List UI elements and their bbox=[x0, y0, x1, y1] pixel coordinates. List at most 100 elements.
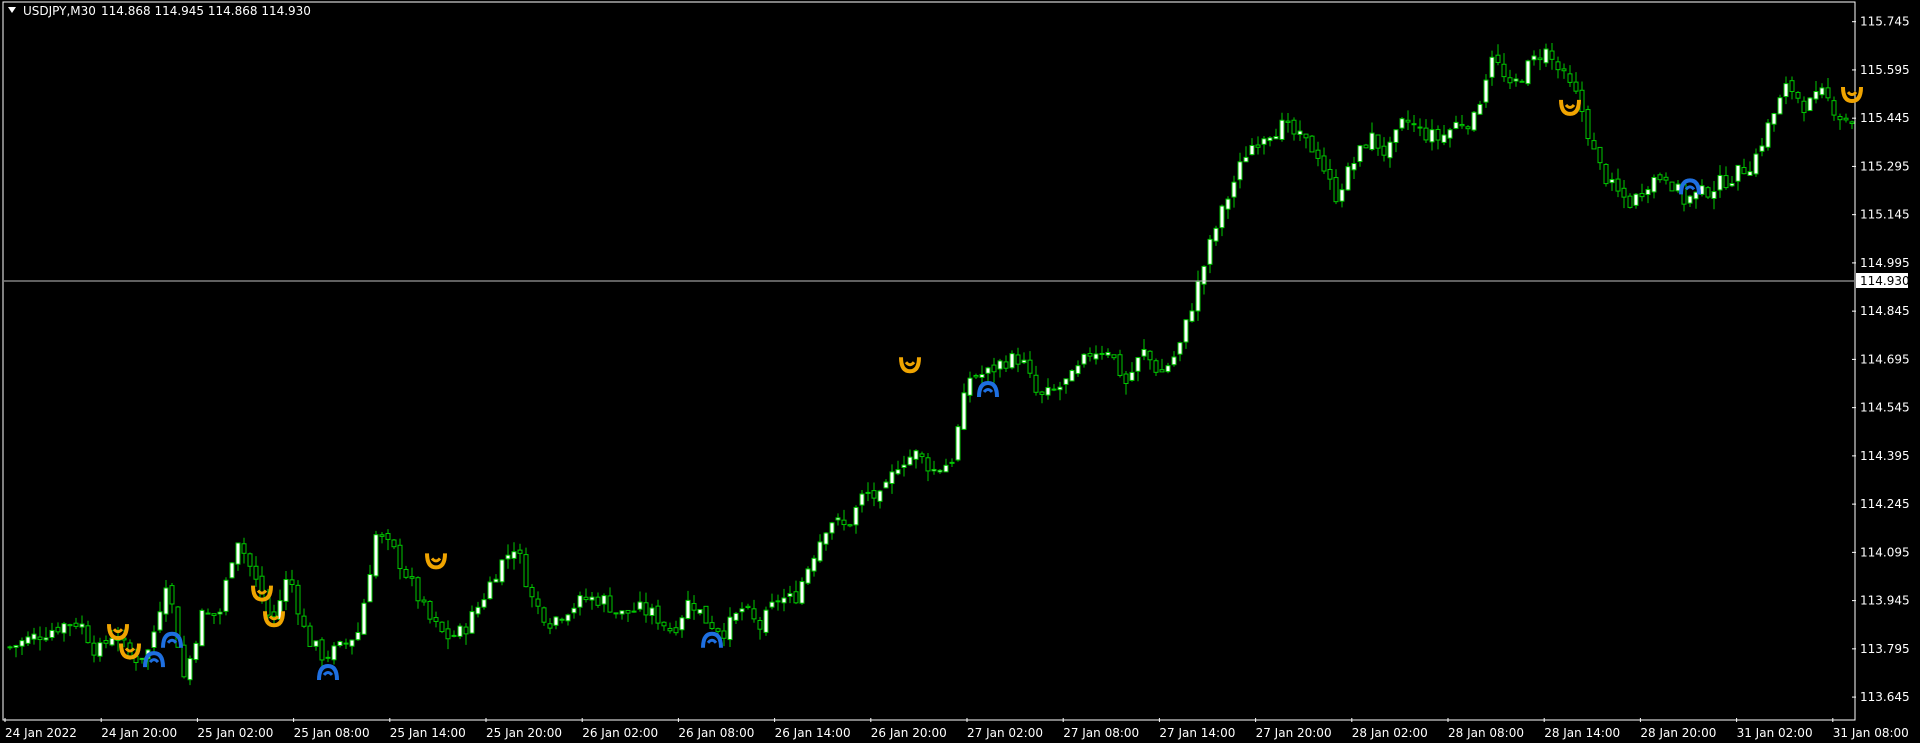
bull-candle bbox=[355, 631, 361, 641]
bear-candle bbox=[1003, 361, 1009, 369]
bear-candle bbox=[691, 603, 697, 611]
bear-candle bbox=[1147, 350, 1153, 361]
bull-candle bbox=[1765, 122, 1771, 148]
bear-candle bbox=[85, 625, 91, 644]
bull-candle bbox=[619, 610, 625, 615]
bear-candle bbox=[289, 579, 295, 586]
bull-candle bbox=[1279, 119, 1285, 140]
bull-candle bbox=[1249, 145, 1255, 156]
bull-candle bbox=[1021, 359, 1027, 364]
price-chart[interactable]: 115.745 115.595 115.445 115.295 115.145 114.9… bbox=[0, 0, 1920, 743]
bull-candle bbox=[805, 568, 811, 584]
bear-candle bbox=[745, 605, 751, 609]
time-tick-label: 28 Jan 02:00 bbox=[1352, 726, 1428, 740]
bear-candle bbox=[169, 585, 175, 605]
bull-candle bbox=[1729, 182, 1735, 187]
bull-candle bbox=[637, 601, 643, 610]
price-tick-label: 113.945 bbox=[1860, 594, 1910, 608]
bull-candle bbox=[499, 559, 505, 583]
bear-candle bbox=[709, 622, 715, 629]
bear-candle bbox=[643, 602, 649, 616]
collapse-triangle-icon[interactable] bbox=[8, 7, 16, 13]
bear-candle bbox=[1825, 87, 1831, 99]
bull-candle bbox=[367, 574, 373, 603]
bull-candle bbox=[1009, 353, 1015, 369]
bull-candle bbox=[1183, 319, 1189, 343]
bear-candle bbox=[1015, 354, 1021, 365]
bull-candle bbox=[151, 631, 157, 648]
candlestick-chart[interactable]: 115.745 115.595 115.445 115.295 115.145 114.9… bbox=[0, 0, 1920, 743]
time-axis[interactable]: 24 Jan 2022 24 Jan 20:00 25 Jan 02:00 25 Ja… bbox=[4, 718, 1909, 740]
time-tick-label: 26 Jan 20:00 bbox=[871, 726, 947, 740]
bull-candle bbox=[79, 623, 85, 628]
bear-candle bbox=[661, 621, 667, 627]
bull-candle bbox=[733, 612, 739, 621]
bull-candle bbox=[913, 450, 919, 460]
time-tick-label: 24 Jan 20:00 bbox=[101, 726, 177, 740]
bull-candle bbox=[487, 581, 493, 600]
bull-candle bbox=[475, 606, 481, 615]
bull-candle bbox=[1339, 189, 1345, 202]
bear-candle bbox=[103, 640, 109, 644]
bull-candle bbox=[1273, 136, 1279, 140]
bull-candle bbox=[1195, 280, 1201, 312]
bear-candle bbox=[1411, 123, 1417, 126]
bear-candle bbox=[1153, 360, 1159, 373]
bull-candle bbox=[163, 587, 169, 615]
bear-candle bbox=[1117, 354, 1123, 376]
price-tick-label: 114.395 bbox=[1860, 449, 1910, 463]
bear-candle bbox=[271, 611, 277, 618]
bear-candle bbox=[721, 630, 727, 639]
bull-candle bbox=[1267, 137, 1273, 142]
bear-candle bbox=[307, 625, 313, 647]
bear-candle bbox=[1627, 195, 1633, 208]
buy-signal-icon bbox=[977, 380, 999, 398]
bull-candle bbox=[331, 645, 337, 661]
bull-candle bbox=[1489, 56, 1495, 78]
bull-candle bbox=[1687, 195, 1693, 204]
bull-candle bbox=[505, 554, 511, 560]
bear-candle bbox=[673, 627, 679, 634]
bull-candle bbox=[469, 611, 475, 634]
price-axis[interactable]: 115.745 115.595 115.445 115.295 115.145 114.9… bbox=[1852, 15, 1910, 704]
bear-candle bbox=[1507, 77, 1513, 84]
bear-candle bbox=[463, 626, 469, 635]
bear-candle bbox=[991, 364, 997, 373]
bull-candle bbox=[1243, 156, 1249, 163]
bull-candle bbox=[235, 542, 241, 565]
bull-candle bbox=[13, 645, 19, 648]
bull-candle bbox=[811, 557, 817, 572]
bear-candle bbox=[1417, 126, 1423, 129]
bull-candle bbox=[1633, 193, 1639, 206]
bull-candle bbox=[571, 607, 577, 614]
bull-candle bbox=[1759, 145, 1765, 152]
bear-candle bbox=[625, 609, 631, 614]
buy-signal-icon bbox=[701, 631, 723, 648]
bull-candle bbox=[859, 493, 865, 506]
bear-candle bbox=[1621, 187, 1627, 198]
price-tick-label: 115.145 bbox=[1860, 208, 1910, 222]
time-tick-label: 28 Jan 14:00 bbox=[1544, 726, 1620, 740]
bear-candle bbox=[1315, 149, 1321, 159]
time-tick-label: 24 Jan 2022 bbox=[5, 726, 77, 740]
bull-candle bbox=[457, 625, 463, 637]
bull-candle bbox=[901, 464, 907, 468]
bull-candle bbox=[1393, 129, 1399, 143]
bear-candle bbox=[595, 596, 601, 606]
bear-candle bbox=[67, 624, 73, 627]
bear-candle bbox=[391, 539, 397, 548]
bull-candle bbox=[1141, 348, 1147, 357]
time-tick-label: 31 Jan 02:00 bbox=[1737, 726, 1813, 740]
time-tick-label: 26 Jan 14:00 bbox=[775, 726, 851, 740]
bull-candle bbox=[1519, 80, 1525, 83]
price-tick-label: 114.095 bbox=[1860, 545, 1910, 559]
price-tick-label: 115.295 bbox=[1860, 159, 1910, 173]
bull-candle bbox=[1777, 97, 1783, 115]
bear-candle bbox=[1027, 359, 1033, 374]
bull-candle bbox=[343, 642, 349, 645]
bull-candle bbox=[1231, 181, 1237, 198]
bull-candle bbox=[943, 464, 949, 473]
bull-candle bbox=[895, 469, 901, 475]
bull-candle bbox=[1399, 118, 1405, 129]
bull-candle bbox=[481, 599, 487, 608]
